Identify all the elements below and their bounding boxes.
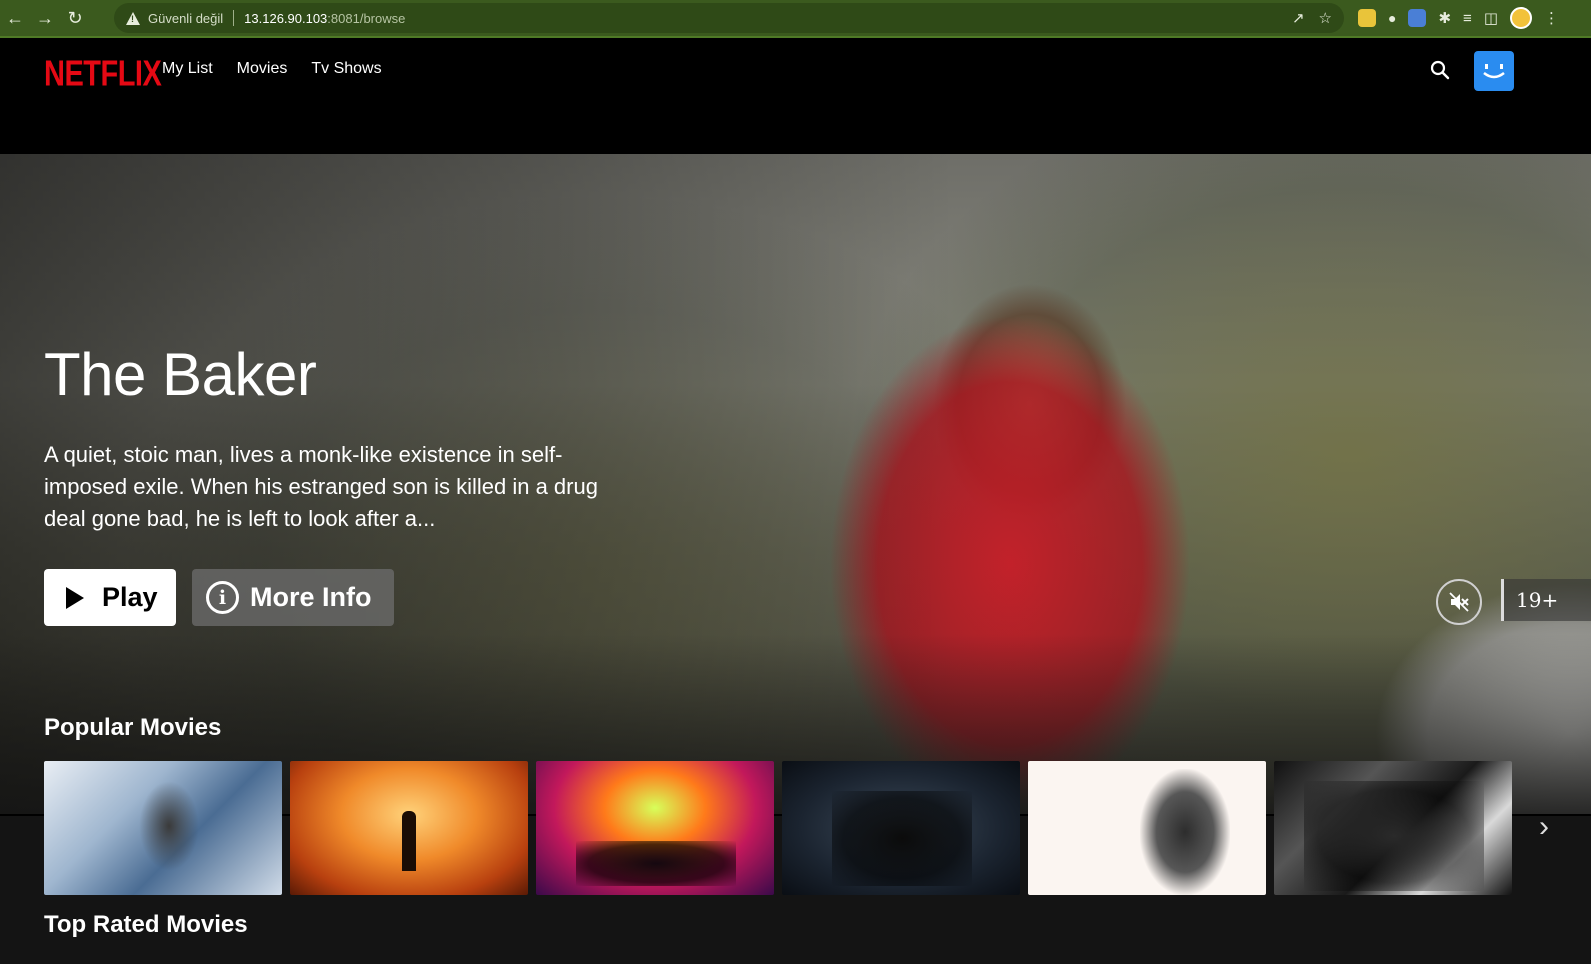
share-icon[interactable]: ↗ — [1292, 9, 1305, 27]
bookmark-star-icon[interactable]: ☆ — [1319, 9, 1332, 27]
search-icon[interactable] — [1430, 60, 1450, 80]
info-icon: i — [206, 581, 239, 614]
hero-banner: The Baker A quiet, stoic man, lives a mo… — [0, 154, 1591, 814]
row-title-top-rated-movies: Top Rated Movies — [44, 911, 248, 938]
play-label: Play — [102, 582, 158, 612]
reading-list-icon[interactable]: ≡ — [1463, 10, 1472, 27]
movie-poster[interactable] — [1028, 761, 1266, 895]
browser-profile-avatar[interactable] — [1510, 7, 1532, 29]
popular-movies-row — [44, 761, 1512, 895]
chevron-right-icon[interactable]: › — [1530, 810, 1558, 844]
top-navigation: NETFLIX My List Movies Tv Shows — [0, 40, 1591, 154]
address-bar[interactable]: Güvenli değil 13.126.90.103:8081/browse … — [114, 3, 1344, 33]
menu-item-my-list[interactable]: My List — [162, 60, 213, 78]
netflix-logo[interactable]: NETFLIX — [44, 54, 162, 95]
play-icon — [66, 586, 84, 609]
main-menu: My List Movies Tv Shows — [162, 60, 382, 78]
more-info-label: More Info — [250, 582, 372, 612]
hero-title: The Baker — [44, 341, 317, 408]
more-info-button[interactable]: i More Info — [192, 569, 394, 626]
side-panel-icon[interactable]: ◫ — [1484, 9, 1498, 27]
menu-item-tv-shows[interactable]: Tv Shows — [311, 60, 381, 78]
volume-off-icon — [1449, 592, 1469, 612]
mute-toggle-button[interactable] — [1436, 579, 1482, 625]
extension-icon[interactable] — [1358, 9, 1376, 27]
forward-arrow-icon[interactable]: → — [30, 3, 60, 33]
hero-actions: Play i More Info — [44, 569, 394, 626]
translate-icon[interactable] — [1408, 9, 1427, 27]
profile-avatar[interactable] — [1474, 51, 1514, 91]
reload-icon[interactable]: ↻ — [60, 3, 90, 33]
extension-dropper-icon[interactable]: ● — [1388, 10, 1396, 26]
movie-poster[interactable] — [536, 761, 774, 895]
url-host: 13.126.90.103 — [244, 10, 328, 26]
maturity-rating-badge: 19+ — [1501, 579, 1591, 621]
browse-page: NETFLIX My List Movies Tv Shows The Bake… — [0, 40, 1591, 964]
extensions-puzzle-icon[interactable]: ✱ — [1438, 9, 1451, 27]
row-title-popular-movies: Popular Movies — [44, 714, 222, 741]
smile-icon — [1483, 64, 1505, 79]
hero-description: A quiet, stoic man, lives a monk-like ex… — [44, 442, 598, 531]
url-path: :8081/browse — [327, 10, 406, 26]
browser-toolbar: ← → ↻ Güvenli değil 13.126.90.103:8081/b… — [0, 0, 1591, 38]
movie-poster[interactable] — [44, 761, 282, 895]
movie-poster[interactable] — [290, 761, 528, 895]
omnibox-divider — [233, 10, 235, 26]
movie-poster[interactable] — [782, 761, 1020, 895]
play-button[interactable]: Play — [44, 569, 176, 626]
back-arrow-icon[interactable]: ← — [0, 3, 30, 33]
not-secure-label: Güvenli değil — [148, 10, 224, 26]
browser-menu-icon[interactable]: ⋮ — [1544, 9, 1559, 27]
menu-item-movies[interactable]: Movies — [237, 60, 288, 78]
url-text: 13.126.90.103:8081/browse — [244, 11, 405, 26]
warning-icon — [126, 11, 140, 25]
movie-poster[interactable] — [1274, 761, 1512, 895]
